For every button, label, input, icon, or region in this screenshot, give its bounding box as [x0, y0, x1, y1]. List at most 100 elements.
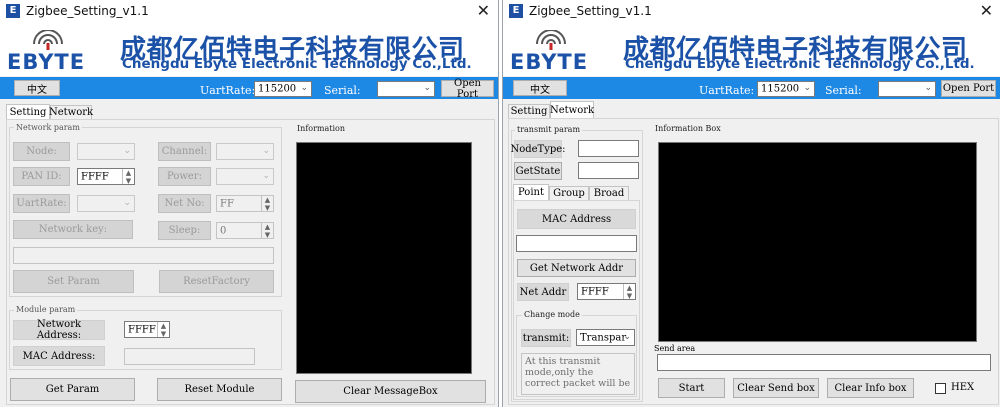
ebyte-logo: EBYTE [7, 50, 86, 74]
sleep-stepper[interactable]: 0 ▲ ▼ [216, 222, 274, 239]
reset-factory-button[interactable]: ResetFactory [159, 270, 274, 293]
chevron-down-icon: ⌄ [803, 83, 811, 93]
uartrate-param-select[interactable]: ⌄ [77, 195, 135, 212]
tab-group[interactable]: Group [549, 186, 589, 200]
get-param-button[interactable]: Get Param [10, 378, 135, 401]
uartrate-select[interactable]: 115200 ⌄ [254, 81, 312, 97]
chevron-down-icon: ⌄ [423, 83, 431, 93]
ebyte-logo: EBYTE [510, 50, 589, 74]
information-box-title: Information Box [653, 124, 723, 133]
stepper-up-icon: ▲ [125, 169, 132, 177]
window-network: E Zigbee_Setting_v1.1 ✕ EBYTE 成都亿佰特电子科技有… [502, 0, 1000, 407]
pan-id-stepper[interactable]: FFFF ▲ ▼ [77, 168, 135, 185]
window-setting: E Zigbee_Setting_v1.1 ✕ EBYTE 成都亿佰特电子科技有… [0, 0, 499, 407]
nodetype-input[interactable] [578, 140, 639, 157]
uartrate-label: UartRate: [200, 84, 256, 97]
hex-label: HEX [951, 382, 975, 393]
clear-info-box-button[interactable]: Clear Info box [827, 378, 914, 398]
wifi-logo-icon [536, 30, 566, 50]
window-title: Zigbee_Setting_v1.1 [26, 4, 149, 18]
serial-select[interactable]: ⌄ [377, 81, 435, 97]
network-key-label: Network key: [13, 220, 133, 239]
chevron-down-icon: ⌄ [262, 170, 270, 181]
stepper-up-icon: ▲ [264, 223, 271, 231]
mac-address-label: MAC Address [517, 209, 636, 229]
chevron-down-icon: ⌄ [123, 145, 131, 156]
power-label: Power: [158, 167, 211, 186]
hex-checkbox[interactable] [935, 383, 946, 394]
transmit-param-title: transmit param [515, 125, 583, 134]
sleep-label: Sleep: [158, 221, 211, 240]
network-param-title: Network param [14, 123, 82, 132]
node-label: Node: [13, 142, 70, 161]
window-title: Zigbee_Setting_v1.1 [529, 4, 652, 18]
node-select[interactable]: ⌄ [77, 143, 135, 160]
close-icon[interactable]: ✕ [477, 1, 490, 20]
uartrate-select[interactable]: 115200 ⌄ [757, 81, 815, 97]
network-key-input[interactable] [13, 247, 274, 264]
information-box[interactable] [658, 142, 977, 342]
net-no-stepper[interactable]: FF ▲ ▼ [216, 195, 274, 212]
serial-select[interactable]: ⌄ [878, 81, 936, 97]
open-port-button[interactable]: Open Port [441, 78, 494, 100]
serial-label: Serial: [825, 84, 862, 97]
chevron-down-icon: ⌄ [924, 83, 932, 93]
company-name-en: Chengdu Ebyte Electronic Technology Co.,… [625, 56, 975, 72]
power-select[interactable]: ⌄ [216, 168, 274, 185]
tab-broad[interactable]: Broad [589, 186, 629, 200]
network-address-stepper[interactable]: FFFF ▲ ▼ [124, 321, 170, 338]
tab-point[interactable]: Point [513, 184, 549, 200]
start-button[interactable]: Start [658, 378, 725, 398]
transmit-mode-select[interactable]: Transpar ⌄ [576, 329, 635, 346]
change-mode-title: Change mode [522, 310, 582, 319]
chevron-down-icon: ⌄ [123, 197, 131, 208]
send-area-input[interactable] [657, 354, 991, 371]
app-icon: E [509, 4, 523, 18]
transmit-mode-hint: At this transmit mode,only the correct p… [521, 353, 635, 395]
reset-module-button[interactable]: Reset Module [157, 378, 282, 401]
tab-network[interactable]: Network [49, 105, 93, 119]
mac-address-input[interactable] [516, 235, 637, 252]
stepper-up-icon: ▲ [264, 196, 271, 204]
information-box[interactable] [296, 142, 472, 374]
mac-address-input[interactable] [124, 348, 255, 365]
app-icon: E [6, 4, 20, 18]
nodetype-label: NodeType: [510, 140, 566, 158]
mac-address-label: MAC Address: [13, 346, 105, 366]
language-button[interactable]: 中文 [14, 80, 60, 96]
clear-messagebox-button[interactable]: Clear MessageBox [295, 380, 486, 403]
send-area-label: Send area [654, 344, 696, 353]
network-address-label: Network Address: [13, 319, 105, 341]
transmit-label: transmit: [521, 329, 571, 347]
company-name-en: Chengdu Ebyte Electronic Technology Co.,… [122, 56, 472, 72]
stepper-up-icon: ▲ [626, 284, 633, 292]
uartrate-label: UartRate: [699, 84, 755, 97]
stepper-down-icon: ▼ [160, 330, 167, 338]
net-addr-label: Net Addr [517, 283, 569, 301]
open-port-button[interactable]: Open Port [941, 80, 996, 97]
get-network-addr-button[interactable]: Get Network Addr [517, 259, 636, 277]
set-param-button[interactable]: Set Param [13, 270, 134, 293]
chevron-down-icon: ⌄ [300, 83, 308, 93]
stepper-down-icon: ▼ [125, 177, 132, 185]
language-button[interactable]: 中文 [513, 80, 567, 96]
stepper-down-icon: ▼ [264, 204, 271, 212]
net-no-label: Net No: [158, 194, 211, 213]
stepper-down-icon: ▼ [264, 231, 271, 239]
tab-setting[interactable]: Setting [508, 104, 550, 118]
getstate-input[interactable] [578, 162, 639, 179]
tab-setting[interactable]: Setting [6, 104, 50, 119]
net-addr-stepper[interactable]: FFFF ▲ ▼ [577, 283, 636, 300]
close-icon[interactable]: ✕ [980, 1, 993, 20]
serial-label: Serial: [324, 84, 361, 97]
information-title: Information [295, 124, 348, 133]
channel-label: Channel: [158, 142, 211, 161]
stepper-down-icon: ▼ [626, 292, 633, 300]
tab-network[interactable]: Network [550, 101, 594, 118]
chevron-down-icon: ⌄ [262, 145, 270, 156]
wifi-logo-icon [33, 30, 63, 50]
clear-send-box-button[interactable]: Clear Send box [733, 378, 819, 398]
getstate-button[interactable]: GetState [514, 162, 562, 180]
module-param-title: Module param [14, 305, 78, 314]
channel-select[interactable]: ⌄ [216, 143, 274, 160]
